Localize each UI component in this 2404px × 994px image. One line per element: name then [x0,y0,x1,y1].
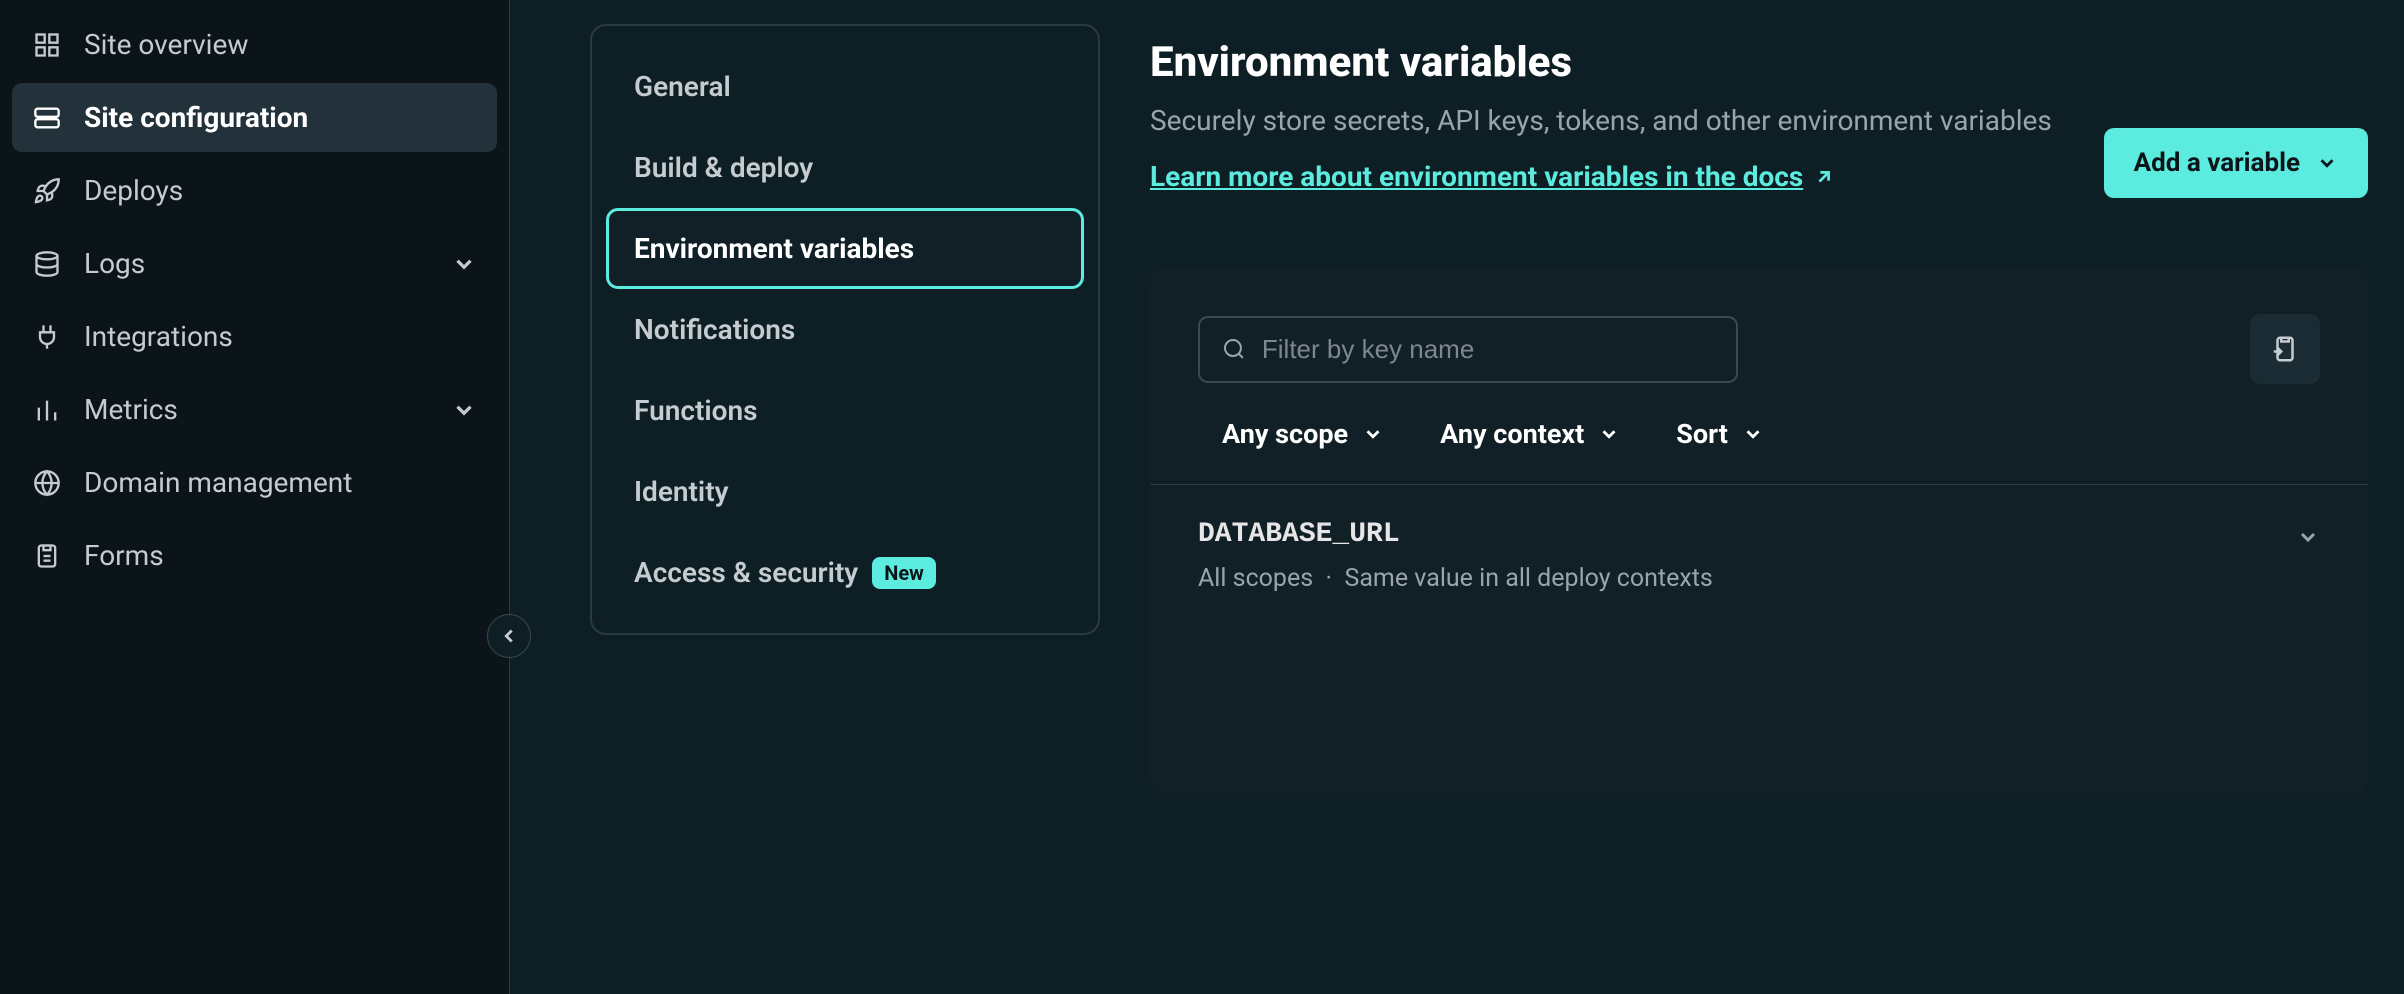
secnav-item-build-deploy[interactable]: Build & deploy [606,127,1084,208]
add-variable-button[interactable]: Add a variable [2104,128,2368,198]
chevron-down-icon [1598,423,1620,445]
secnav-item-label: Build & deploy [634,151,813,184]
secnav-item-label: Functions [634,394,758,427]
search-icon [1222,336,1246,362]
chevron-down-icon [1742,423,1764,445]
primary-sidebar: Site overview Site configuration Deploys… [0,0,510,994]
variable-scope: All scopes [1198,564,1313,593]
sort-filter[interactable]: Sort [1676,418,1764,450]
new-badge: New [872,557,936,589]
page-header-text: Environment variables Securely store sec… [1150,38,2052,193]
variables-list: DATABASE_URL All scopes · Same value in … [1150,484,2368,793]
learn-more-link[interactable]: Learn more about environment variables i… [1150,160,1835,193]
scope-filter[interactable]: Any scope [1222,418,1384,450]
sidebar-item-site-configuration[interactable]: Site configuration [12,83,497,152]
clipboard-import-icon [2270,334,2300,364]
variable-key: DATABASE_URL [1198,519,2320,550]
grid-icon [32,30,62,60]
variable-context: Same value in all deploy contexts [1344,564,1712,593]
sidebar-item-label: Logs [84,247,429,280]
chevron-down-icon [1362,423,1384,445]
bar-chart-icon [32,395,62,425]
sidebar-item-deploys[interactable]: Deploys [12,156,497,225]
expand-variable-icon[interactable] [2296,525,2320,549]
database-icon [32,249,62,279]
sidebar-item-forms[interactable]: Forms [12,521,497,590]
add-variable-button-label: Add a variable [2134,148,2300,178]
sidebar-item-metrics[interactable]: Metrics [12,375,497,444]
secnav-item-general[interactable]: General [606,46,1084,127]
filter-search-box[interactable] [1198,316,1738,383]
page-header: Environment variables Securely store sec… [1150,38,2368,198]
secondary-nav: General Build & deploy Environment varia… [590,24,1100,635]
secnav-item-label: Environment variables [634,232,914,265]
import-button[interactable] [2250,314,2320,384]
variable-row[interactable]: DATABASE_URL All scopes · Same value in … [1150,485,2368,793]
server-icon [32,103,62,133]
filter-row: Any scope Any context Sort [1150,384,2368,484]
secnav-item-notifications[interactable]: Notifications [606,289,1084,370]
sidebar-item-label: Domain management [84,466,477,499]
sidebar-item-logs[interactable]: Logs [12,229,497,298]
secnav-item-label: General [634,70,731,103]
filter-input[interactable] [1262,334,1714,365]
chevron-down-icon [451,251,477,277]
collapse-sidebar-button[interactable] [487,614,531,658]
variables-card: Any scope Any context Sort DATABASE_URL … [1150,268,2368,793]
card-toolbar [1150,268,2368,384]
main-panel: Environment variables Securely store sec… [1150,24,2368,970]
sidebar-item-label: Deploys [84,174,477,207]
plug-icon [32,322,62,352]
variable-meta: All scopes · Same value in all deploy co… [1198,564,2320,593]
content-area: General Build & deploy Environment varia… [510,0,2404,994]
sidebar-item-label: Site configuration [84,101,477,134]
context-filter-label: Any context [1440,418,1584,450]
globe-icon [32,468,62,498]
chevron-down-icon [2316,152,2338,174]
secnav-item-identity[interactable]: Identity [606,451,1084,532]
context-filter[interactable]: Any context [1440,418,1620,450]
sidebar-item-label: Integrations [84,320,477,353]
sidebar-item-domain-management[interactable]: Domain management [12,448,497,517]
clipboard-icon [32,541,62,571]
page-description: Securely store secrets, API keys, tokens… [1150,99,2052,142]
secnav-item-environment-variables[interactable]: Environment variables [606,208,1084,289]
secnav-item-functions[interactable]: Functions [606,370,1084,451]
sidebar-item-integrations[interactable]: Integrations [12,302,497,371]
learn-more-link-text: Learn more about environment variables i… [1150,160,1803,193]
page-title: Environment variables [1150,38,2052,87]
secnav-item-label: Notifications [634,313,795,346]
secnav-item-label: Access & security [634,556,858,589]
sidebar-item-label: Metrics [84,393,429,426]
sort-filter-label: Sort [1676,418,1728,450]
secnav-item-label: Identity [634,475,729,508]
external-link-icon [1813,166,1835,188]
rocket-icon [32,176,62,206]
chevron-down-icon [451,397,477,423]
sidebar-item-label: Forms [84,539,477,572]
secnav-item-access-security[interactable]: Access & security New [606,532,1084,613]
sidebar-item-site-overview[interactable]: Site overview [12,10,497,79]
sidebar-item-label: Site overview [84,28,477,61]
scope-filter-label: Any scope [1222,418,1348,450]
